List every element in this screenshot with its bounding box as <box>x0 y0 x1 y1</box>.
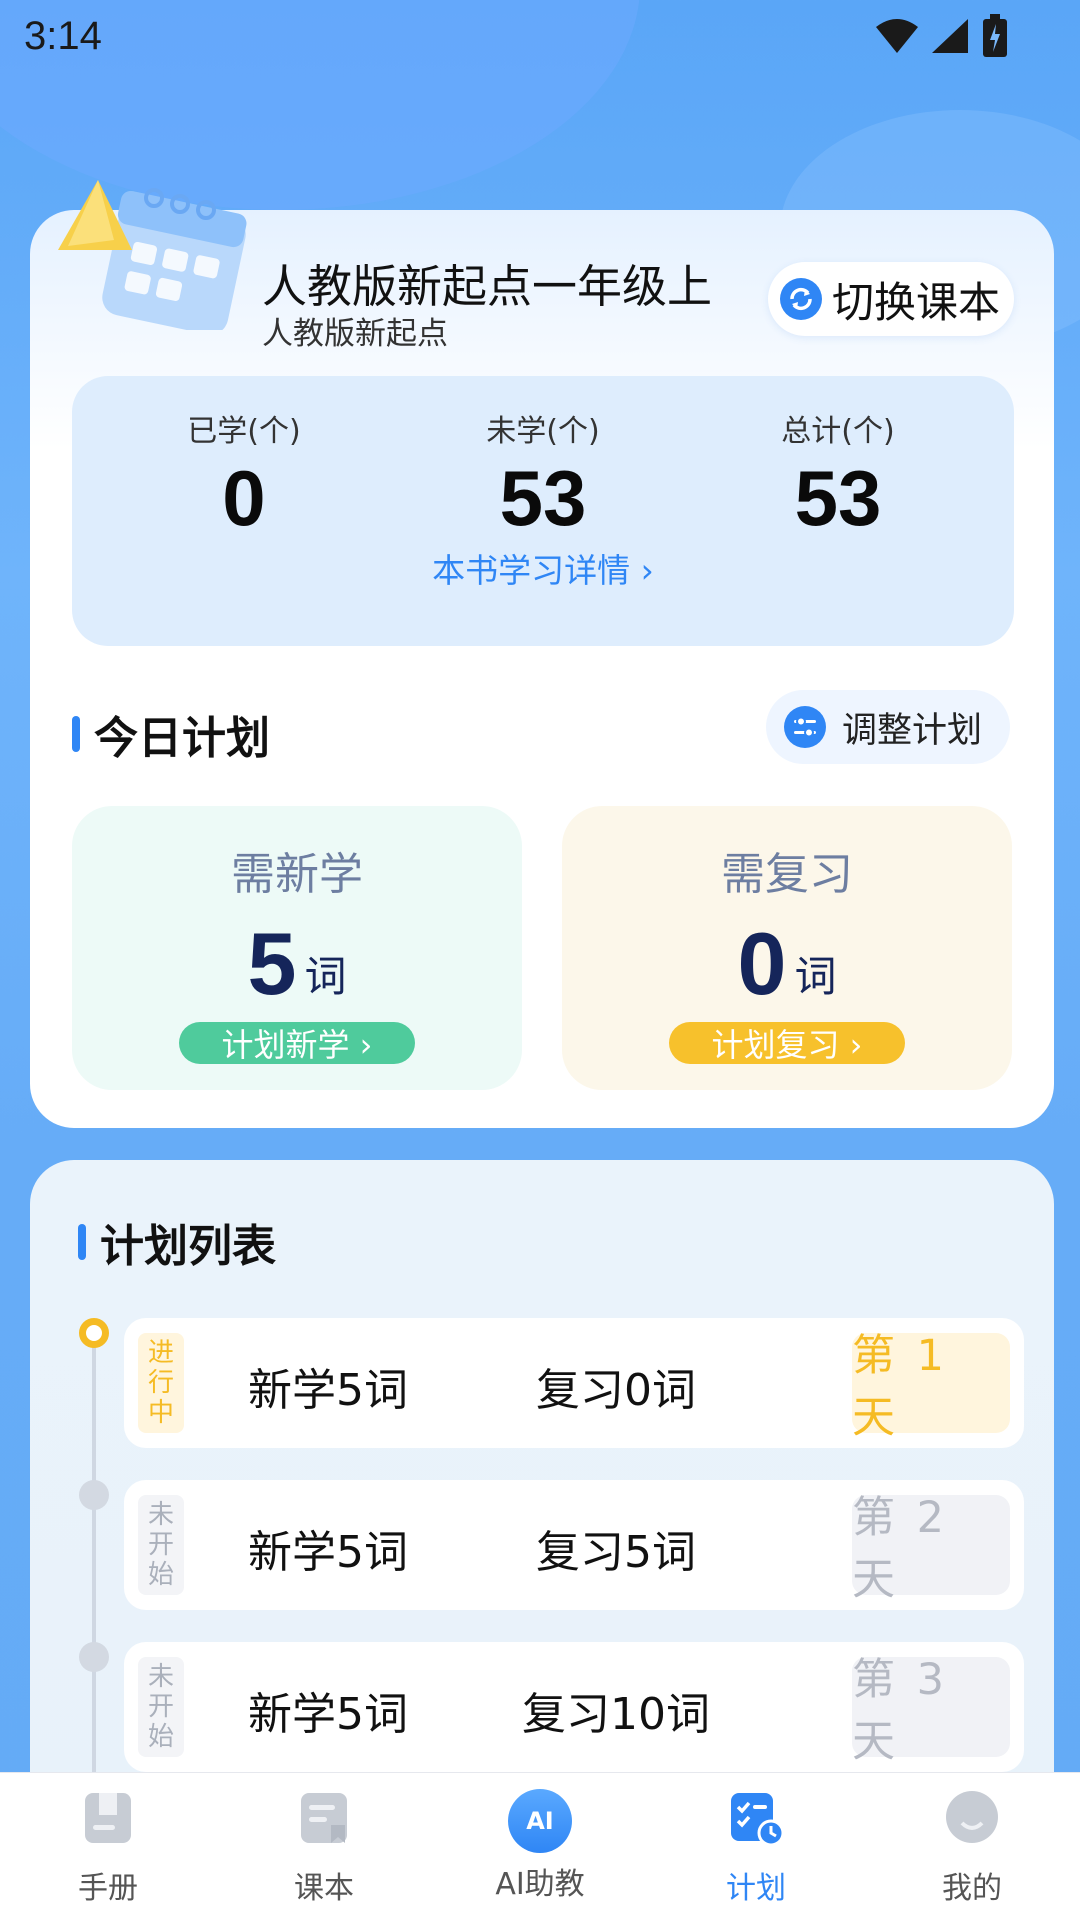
new-words-unit: 词 <box>304 952 347 1001</box>
plan-list-title: 计划列表 <box>100 1221 276 1272</box>
signal-icon <box>932 19 968 53</box>
row-day-badge: 第 3 天 <box>852 1655 1010 1767</box>
ai-badge-text: AI <box>526 1807 554 1835</box>
timeline-dot <box>79 1480 109 1510</box>
adjust-plan-label: 调整计划 <box>842 710 983 751</box>
review-words-tile[interactable]: 需复习 0 词 计划复习 › <box>562 806 1012 1090</box>
book-card: 人教版新起点一年级上 人教版新起点 切换课本 已学(个) 0 未学(个) 53 … <box>30 180 1054 1128</box>
plan-list-heading: 计划列表 <box>78 1210 276 1274</box>
row-day-badge: 第 1 天 <box>852 1331 1010 1443</box>
status-bar: 3:14 <box>0 0 1080 80</box>
plan-row[interactable]: 进行中 新学5词 复习0词 第 1 天 <box>124 1318 1024 1448</box>
stat-label: 总计(个) <box>781 414 895 449</box>
stat-total: 总计(个) 53 <box>738 406 938 548</box>
nav-label: 我的 <box>942 1871 1002 1906</box>
row-day-badge: 第 2 天 <box>852 1493 1010 1605</box>
status-tag: 未开始 <box>138 1657 184 1757</box>
wifi-icon <box>876 19 918 53</box>
nav-label: 计划 <box>726 1871 786 1906</box>
nav-label: 手册 <box>78 1871 138 1906</box>
nav-mine[interactable]: 我的 <box>902 1789 1042 1907</box>
plan-row[interactable]: 未开始 新学5词 复习5词 第 2 天 <box>124 1480 1024 1610</box>
status-time: 3:14 <box>24 14 102 58</box>
nav-ai-assistant[interactable]: AI AI助教 <box>470 1789 610 1903</box>
profile-icon <box>946 1791 998 1843</box>
status-tag: 未开始 <box>138 1495 184 1595</box>
nav-label: 课本 <box>294 1871 354 1906</box>
bottom-nav: 手册 课本 AI AI助教 计划 我的 <box>0 1772 1080 1920</box>
status-tag: 进行中 <box>138 1333 184 1433</box>
stat-value: 53 <box>794 454 882 542</box>
sliders-icon <box>784 706 826 748</box>
row-new-words: 新学5词 <box>248 1689 408 1740</box>
adjust-plan-button[interactable]: 调整计划 <box>766 690 1010 764</box>
row-review-words: 复习5词 <box>536 1527 696 1578</box>
today-plan-heading: 今日计划 <box>72 702 270 766</box>
new-words-title: 需新学 <box>231 849 363 900</box>
heading-accent-bar <box>78 1224 86 1260</box>
timeline-dot-active <box>79 1318 109 1348</box>
nav-handbook[interactable]: 手册 <box>38 1789 178 1907</box>
timeline-line <box>92 1332 96 1792</box>
plan-new-button[interactable]: 计划新学 › <box>179 1022 415 1064</box>
review-words-title: 需复习 <box>721 849 853 900</box>
stat-value: 0 <box>222 454 266 542</box>
row-review-words: 复习0词 <box>536 1365 696 1416</box>
nav-textbook[interactable]: 课本 <box>254 1789 394 1907</box>
ai-assistant-icon: AI <box>508 1789 572 1853</box>
handbook-icon <box>85 1793 131 1843</box>
calendar-icon <box>58 180 247 330</box>
textbook-icon <box>301 1793 347 1843</box>
plan-row[interactable]: 未开始 新学5词 复习10词 第 3 天 <box>124 1642 1024 1772</box>
timeline-dot <box>79 1642 109 1672</box>
switch-textbook-label: 切换课本 <box>832 277 1001 327</box>
heading-accent-bar <box>72 716 80 752</box>
review-words-unit: 词 <box>794 952 837 1001</box>
plan-review-button[interactable]: 计划复习 › <box>669 1022 905 1064</box>
status-icons <box>876 14 1008 58</box>
switch-textbook-button[interactable]: 切换课本 <box>768 262 1014 336</box>
nav-label: AI助教 <box>495 1867 585 1902</box>
nav-plan[interactable]: 计划 <box>686 1789 826 1907</box>
today-plan-title: 今日计划 <box>94 713 270 764</box>
new-words-count: 5 词 <box>72 908 522 1008</box>
new-words-value: 5 <box>247 914 297 1013</box>
row-new-words: 新学5词 <box>248 1527 408 1578</box>
book-subtitle: 人教版新起点 <box>262 316 448 352</box>
book-detail-link[interactable]: 本书学习详情 › <box>72 544 1014 592</box>
row-new-words: 新学5词 <box>248 1365 408 1416</box>
new-words-tile[interactable]: 需新学 5 词 计划新学 › <box>72 806 522 1090</box>
review-words-value: 0 <box>737 914 787 1013</box>
refresh-icon <box>780 278 822 320</box>
battery-icon <box>983 14 1007 57</box>
review-words-count: 0 词 <box>562 908 1012 1008</box>
row-review-words: 复习10词 <box>522 1689 710 1740</box>
plan-icon <box>731 1793 785 1847</box>
stats-box: 已学(个) 0 未学(个) 53 总计(个) 53 本书学习详情 › <box>72 376 1014 646</box>
stat-unlearned: 未学(个) 53 <box>443 406 643 548</box>
stat-value: 53 <box>499 454 587 542</box>
stat-learned: 已学(个) 0 <box>144 406 344 548</box>
stat-label: 已学(个) <box>187 414 301 449</box>
stat-label: 未学(个) <box>486 414 600 449</box>
book-title: 人教版新起点一年级上 <box>262 260 713 313</box>
